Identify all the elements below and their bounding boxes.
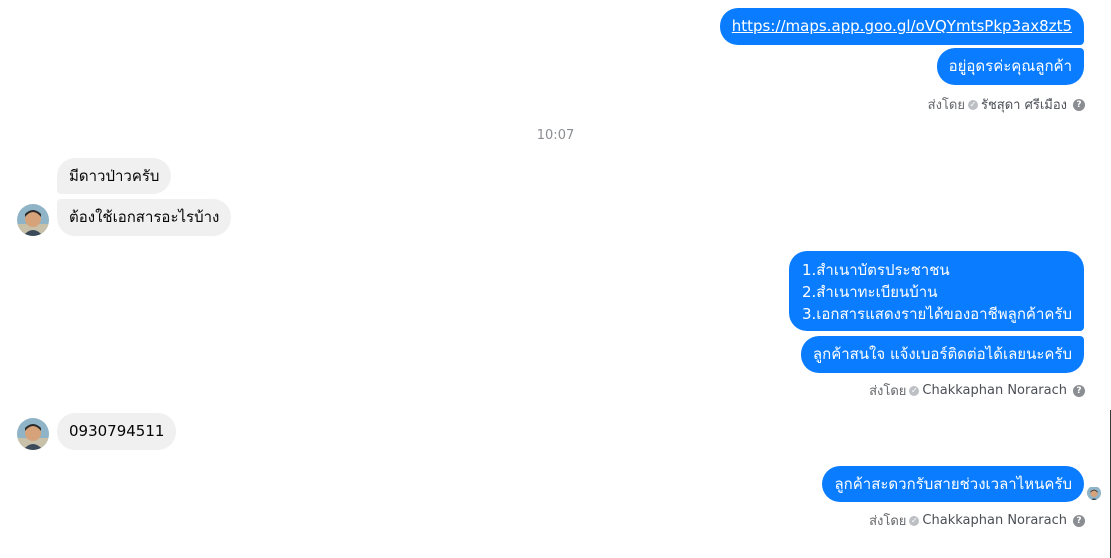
- message-text: มีดาวป่าวครับ: [69, 167, 160, 185]
- outgoing-message[interactable]: ลูกค้าสะดวกรับสายช่วงเวลาไหนครับ: [822, 466, 1084, 502]
- chat-thread: https://maps.app.goo.gl/oVQYmtsPkp3ax8zt…: [0, 0, 1111, 558]
- check-circle-icon: ✓: [909, 515, 920, 526]
- message-text: ต้องใช้เอกสารอะไรบ้าง: [69, 208, 220, 226]
- incoming-message[interactable]: ต้องใช้เอกสารอะไรบ้าง: [57, 199, 232, 236]
- message-line: 2.สำเนาทะเบียนบ้าน: [801, 283, 938, 301]
- incoming-message[interactable]: 0930794511: [57, 413, 177, 450]
- sent-by-prefix: ส่งโดย: [869, 514, 907, 529]
- question-circle-icon[interactable]: ?: [1073, 384, 1085, 397]
- sent-by-label: ส่งโดย ✓ Chakkaphan Norarach ?: [869, 510, 1085, 531]
- sender-name[interactable]: รัชสุดา ศรีเมือง: [981, 94, 1067, 115]
- timestamp: 10:07: [536, 128, 575, 143]
- sender-name[interactable]: Chakkaphan Norarach: [922, 513, 1067, 528]
- check-circle-icon: ✓: [967, 99, 978, 110]
- read-receipt-avatar: [1087, 486, 1101, 500]
- outgoing-message[interactable]: ลูกค้าสนใจ แจ้งเบอร์ติดต่อได้เลยนะครับ: [800, 336, 1084, 373]
- question-circle-icon[interactable]: ?: [1073, 98, 1085, 111]
- message-line: 3.เอกสารแสดงรายได้ของอาชีพลูกค้าครับ: [801, 305, 1072, 323]
- contact-avatar[interactable]: [17, 204, 49, 236]
- message-line: 1.สำเนาบัตรประชาชน: [801, 261, 950, 279]
- map-link[interactable]: https://maps.app.goo.gl/oVQYmtsPkp3ax8zt…: [732, 17, 1072, 35]
- sent-by-prefix: ส่งโดย: [927, 98, 965, 113]
- sent-by-prefix: ส่งโดย: [869, 384, 907, 399]
- message-text: อยู่อุดรค่ะคุณลูกค้า: [948, 57, 1072, 75]
- sent-by-label: ส่งโดย ✓ Chakkaphan Norarach ?: [869, 380, 1085, 401]
- sent-by-label: ส่งโดย ✓ รัชสุดา ศรีเมือง ?: [928, 94, 1085, 115]
- question-circle-icon[interactable]: ?: [1073, 514, 1085, 527]
- message-text: 0930794511: [69, 422, 165, 440]
- incoming-message[interactable]: มีดาวป่าวครับ: [57, 158, 172, 194]
- sender-name[interactable]: Chakkaphan Norarach: [922, 383, 1067, 398]
- outgoing-message-link[interactable]: https://maps.app.goo.gl/oVQYmtsPkp3ax8zt…: [719, 8, 1084, 45]
- contact-avatar[interactable]: [17, 418, 49, 450]
- check-circle-icon: ✓: [909, 385, 920, 396]
- message-text: ลูกค้าสนใจ แจ้งเบอร์ติดต่อได้เลยนะครับ: [812, 345, 1072, 363]
- outgoing-message[interactable]: 1.สำเนาบัตรประชาชน 2.สำเนาทะเบียนบ้าน 3.…: [788, 251, 1084, 331]
- outgoing-message[interactable]: อยู่อุดรค่ะคุณลูกค้า: [936, 48, 1084, 85]
- message-text: ลูกค้าสะดวกรับสายช่วงเวลาไหนครับ: [834, 475, 1072, 493]
